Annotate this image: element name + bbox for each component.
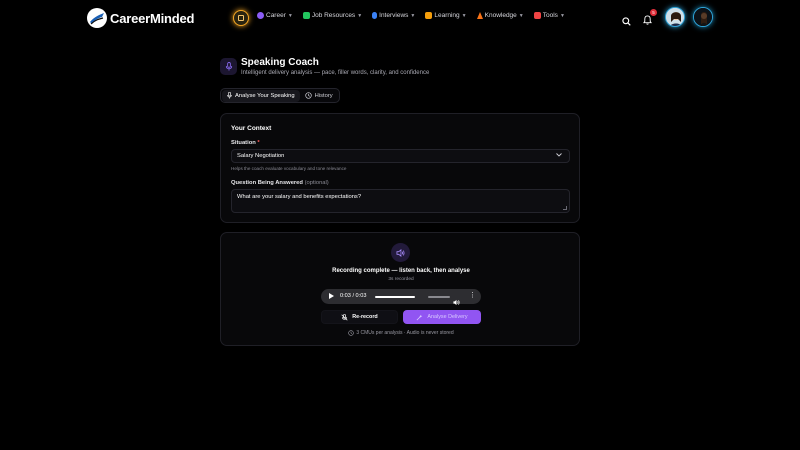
more-options-icon[interactable]: ⋮: [469, 292, 476, 299]
brand-name: CareerMinded: [110, 10, 195, 26]
tab-label: Analyse Your Speaking: [235, 92, 295, 99]
menu-interviews[interactable]: Interviews ▼: [372, 12, 415, 19]
menu-label: Career: [266, 12, 286, 19]
volume-icon[interactable]: [453, 293, 460, 311]
page-subtitle: Intelligent delivery analysis — pace, fi…: [241, 70, 430, 76]
chevron-down-icon: ▼: [410, 12, 416, 19]
chevron-down-icon: [556, 153, 562, 159]
question-label-text: Question Being Answered: [231, 180, 303, 186]
logo-icon: [87, 8, 107, 28]
chevron-down-icon: ▼: [287, 12, 293, 19]
chevron-down-icon: ▼: [559, 12, 565, 19]
menu-career[interactable]: Career ▼: [257, 12, 293, 19]
tab-label: History: [314, 92, 333, 99]
mic-off-icon: [341, 313, 348, 321]
rerecord-button[interactable]: Re-record: [321, 310, 398, 324]
profile-avatar[interactable]: [693, 7, 713, 27]
knowledge-icon: [476, 12, 483, 19]
career-icon: [257, 12, 264, 19]
chevron-down-icon: ▼: [357, 12, 363, 19]
menu-label: Interviews: [379, 12, 409, 19]
menu-job-resources[interactable]: Job Resources ▼: [302, 12, 363, 19]
mic-icon: [220, 58, 237, 75]
situation-select[interactable]: Salary Negotiation: [231, 149, 570, 163]
search-icon[interactable]: [622, 13, 631, 31]
tab-history[interactable]: History: [300, 90, 338, 102]
menu-knowledge[interactable]: Knowledge ▼: [476, 12, 524, 19]
usage-note-text: 3 CMUs per analysis · Audio is never sto…: [356, 330, 454, 336]
rerecord-label: Re-record: [352, 314, 378, 320]
situation-hint: Helps the coach evaluate vocabulary and …: [231, 166, 347, 171]
menu-label: Tools: [542, 12, 558, 19]
clock-icon: [348, 330, 355, 336]
analyse-label: Analyse Delivery: [427, 314, 468, 320]
menu-tools[interactable]: Tools ▼: [533, 12, 565, 19]
situation-label: Situation *: [231, 140, 260, 146]
question-input[interactable]: What are your salary and benefits expect…: [231, 189, 570, 213]
main-menu: Career ▼ Job Resources ▼ Interviews ▼ Le…: [257, 12, 575, 19]
play-icon[interactable]: [329, 293, 334, 299]
tab-analyse[interactable]: Analyse Your Speaking: [222, 89, 300, 102]
resize-handle-icon[interactable]: [563, 206, 567, 210]
usage-note: 3 CMUs per analysis · Audio is never sto…: [221, 330, 581, 336]
volume-slider[interactable]: [428, 296, 450, 298]
sparkle-icon: [417, 314, 423, 320]
notification-count-badge: 5: [650, 9, 657, 16]
recording-card: Recording complete — listen back, then a…: [220, 232, 580, 346]
progress-slider[interactable]: [375, 296, 415, 298]
menu-label: Job Resources: [311, 12, 356, 19]
situation-value: Salary Negotiation: [237, 153, 285, 159]
briefcase-icon: [302, 12, 310, 19]
book-icon: [425, 12, 433, 19]
recording-duration: 3s recorded: [388, 277, 414, 282]
tab-bar: Analyse Your Speaking History: [220, 88, 340, 103]
chevron-down-icon: ▼: [518, 12, 524, 19]
context-card: Your Context Situation * Salary Negotiat…: [220, 113, 580, 223]
tools-icon: [533, 12, 541, 19]
avatar[interactable]: [665, 7, 685, 27]
player-time: 0:03 / 0:03: [340, 293, 367, 299]
situation-label-text: Situation: [231, 140, 256, 146]
question-label: Question Being Answered (optional): [231, 180, 329, 186]
speaker-icon: [391, 243, 410, 262]
page-title: Speaking Coach: [241, 57, 319, 68]
chevron-down-icon: ▼: [461, 12, 467, 19]
audio-player: 0:03 / 0:03 ⋮: [321, 289, 481, 306]
top-navbar: CareerMinded Career ▼ Job Resources ▼ In…: [0, 0, 800, 36]
menu-learning[interactable]: Learning ▼: [425, 12, 467, 19]
mic-icon: [227, 92, 232, 99]
recording-status: Recording complete — listen back, then a…: [332, 268, 470, 274]
context-heading: Your Context: [231, 125, 272, 132]
menu-label: Knowledge: [484, 12, 517, 19]
analyse-delivery-button[interactable]: Analyse Delivery: [403, 310, 481, 324]
optional-tag: (optional): [304, 180, 329, 186]
mic-icon: [372, 12, 378, 19]
history-icon: [304, 92, 312, 99]
required-mark: *: [257, 140, 260, 146]
question-value: What are your salary and benefits expect…: [237, 194, 362, 200]
brand-logo[interactable]: CareerMinded: [87, 8, 194, 28]
menu-label: Learning: [434, 12, 460, 19]
cmu-badge-icon[interactable]: [233, 10, 249, 26]
